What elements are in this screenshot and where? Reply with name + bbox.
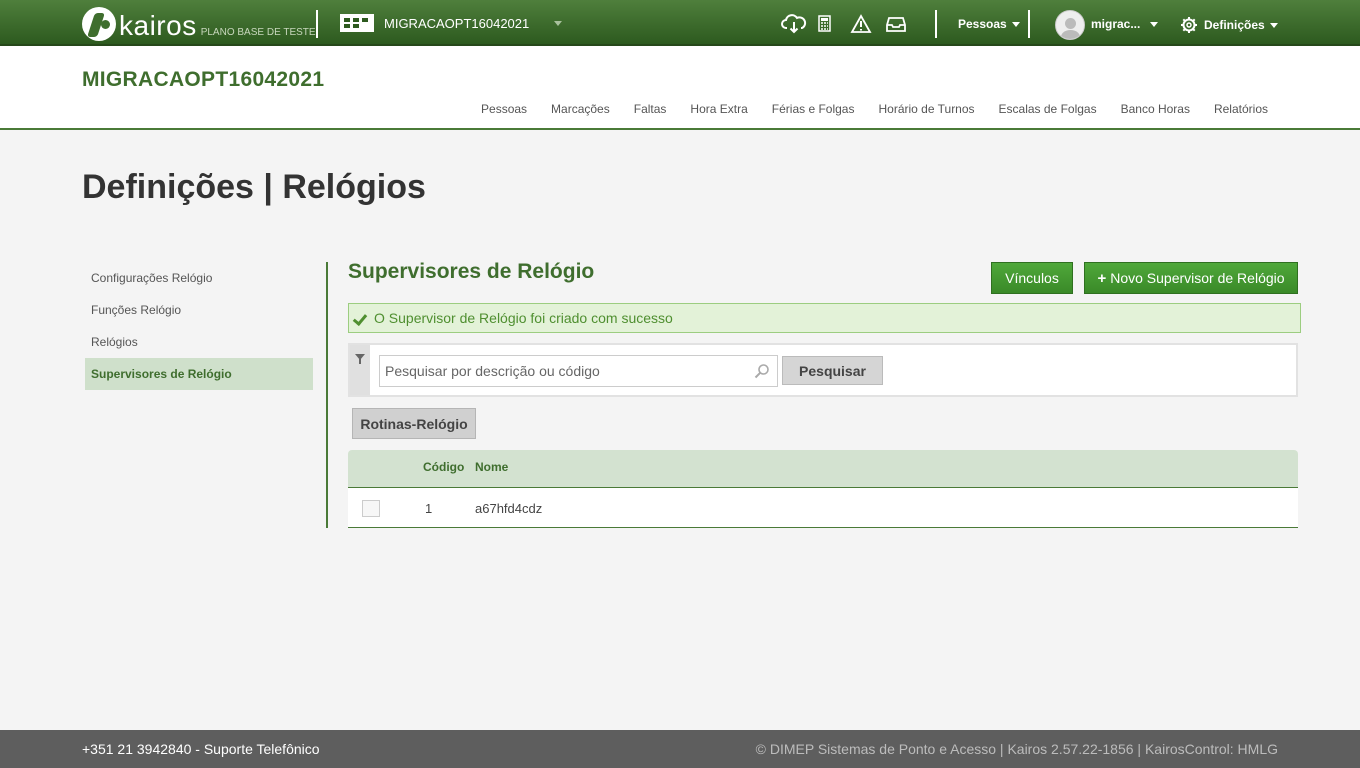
- supervisors-table: Código Nome 1 a67hfd4cdz: [348, 450, 1298, 528]
- logo-subtitle: PLANO BASE DE TESTE: [200, 27, 316, 38]
- table-header: Código Nome: [348, 450, 1298, 488]
- company-selector[interactable]: MIGRACAOPT16042021: [340, 14, 529, 32]
- novo-supervisor-button-label: Novo Supervisor de Relógio: [1110, 270, 1285, 286]
- user-menu-label: migrac...: [1091, 17, 1141, 31]
- kairos-logo[interactable]: kairos PLANO BASE DE TESTE: [82, 5, 316, 41]
- search-panel: Pesquisar: [348, 343, 1298, 397]
- cell-codigo: 1: [425, 501, 433, 516]
- nav-item-escalas-folgas[interactable]: Escalas de Folgas: [999, 102, 1097, 116]
- main-nav: Pessoas Marcações Faltas Hora Extra Féri…: [481, 102, 1268, 116]
- success-message: O Supervisor de Relógio foi criado com s…: [374, 310, 673, 326]
- kairos-logo-icon: [82, 7, 116, 41]
- chevron-down-icon: [1011, 21, 1020, 27]
- company-header: MIGRACAOPT16042021 Pessoas Marcações Fal…: [0, 46, 1360, 130]
- definicoes-menu-label: Definições: [1204, 18, 1265, 32]
- search-icon[interactable]: [754, 363, 770, 379]
- rotinas-relogio-button-label: Rotinas-Relógio: [360, 415, 468, 432]
- nav-item-faltas[interactable]: Faltas: [634, 102, 667, 116]
- warning-icon[interactable]: [850, 14, 874, 34]
- definicoes-menu[interactable]: Definições: [1180, 16, 1278, 34]
- sidebar-item-funcoes-relogio[interactable]: Funções Relógio: [85, 294, 313, 326]
- search-input[interactable]: [379, 355, 778, 387]
- sidebar-item-relogios[interactable]: Relógios: [85, 326, 313, 358]
- nav-item-hora-extra[interactable]: Hora Extra: [690, 102, 747, 116]
- nav-item-banco-horas[interactable]: Banco Horas: [1121, 102, 1190, 116]
- support-phone: +351 21 3942840 - Suporte Telefônico: [82, 741, 320, 757]
- building-icon: [340, 14, 374, 32]
- chevron-down-icon: [1150, 21, 1159, 27]
- filter-icon[interactable]: [350, 345, 370, 395]
- vinculos-button[interactable]: Vínculos: [991, 262, 1073, 294]
- nav-item-pessoas[interactable]: Pessoas: [481, 102, 527, 116]
- pessoas-menu-label: Pessoas: [958, 17, 1007, 31]
- section-title: Supervisores de Relógio: [348, 260, 595, 283]
- nav-item-marcacoes[interactable]: Marcações: [551, 102, 610, 116]
- logo-text: kairos: [119, 10, 197, 41]
- cloud-download-icon[interactable]: [781, 14, 807, 34]
- divider: [316, 10, 318, 38]
- sidebar-item-configuracoes-relogio[interactable]: Configurações Relógio: [85, 262, 313, 294]
- avatar[interactable]: [1055, 10, 1085, 40]
- copyright: © DIMEP Sistemas de Ponto e Acesso | Kai…: [755, 741, 1278, 757]
- company-title: MIGRACAOPT16042021: [82, 68, 325, 91]
- chevron-down-icon[interactable]: [554, 21, 562, 26]
- user-menu[interactable]: migrac...: [1091, 17, 1159, 31]
- nav-item-ferias-folgas[interactable]: Férias e Folgas: [772, 102, 855, 116]
- column-header-codigo[interactable]: Código: [423, 460, 464, 474]
- rotinas-relogio-button[interactable]: Rotinas-Relógio: [352, 408, 476, 439]
- success-alert: O Supervisor de Relógio foi criado com s…: [348, 303, 1301, 333]
- cell-nome[interactable]: a67hfd4cdz: [475, 501, 542, 516]
- divider: [935, 10, 937, 38]
- inbox-icon[interactable]: [885, 14, 909, 34]
- table-row[interactable]: 1 a67hfd4cdz: [348, 488, 1298, 528]
- novo-supervisor-button[interactable]: + Novo Supervisor de Relógio: [1084, 262, 1298, 294]
- sidebar-item-supervisores-relogio[interactable]: Supervisores de Relógio: [85, 358, 313, 390]
- check-icon: [353, 311, 367, 325]
- nav-item-relatorios[interactable]: Relatórios: [1214, 102, 1268, 116]
- nav-item-horario-turnos[interactable]: Horário de Turnos: [878, 102, 974, 116]
- search-button[interactable]: Pesquisar: [782, 356, 883, 385]
- side-menu: Configurações Relógio Funções Relógio Re…: [85, 262, 313, 390]
- calculator-icon[interactable]: [817, 14, 841, 34]
- footer: +351 21 3942840 - Suporte Telefônico © D…: [0, 730, 1360, 768]
- page-title: Definições | Relógios: [82, 168, 426, 206]
- plus-icon: +: [1097, 269, 1107, 287]
- vinculos-button-label: Vínculos: [1005, 270, 1059, 286]
- row-checkbox[interactable]: [362, 500, 380, 517]
- divider: [1028, 10, 1030, 38]
- column-header-nome[interactable]: Nome: [475, 460, 508, 474]
- search-button-label: Pesquisar: [799, 362, 866, 379]
- company-selector-label: MIGRACAOPT16042021: [384, 15, 530, 31]
- divider: [326, 262, 328, 528]
- gear-icon: [1181, 17, 1197, 33]
- pessoas-menu[interactable]: Pessoas: [958, 17, 1020, 31]
- chevron-down-icon: [1269, 22, 1278, 28]
- top-bar: kairos PLANO BASE DE TESTE MIGRACAOPT160…: [0, 0, 1360, 46]
